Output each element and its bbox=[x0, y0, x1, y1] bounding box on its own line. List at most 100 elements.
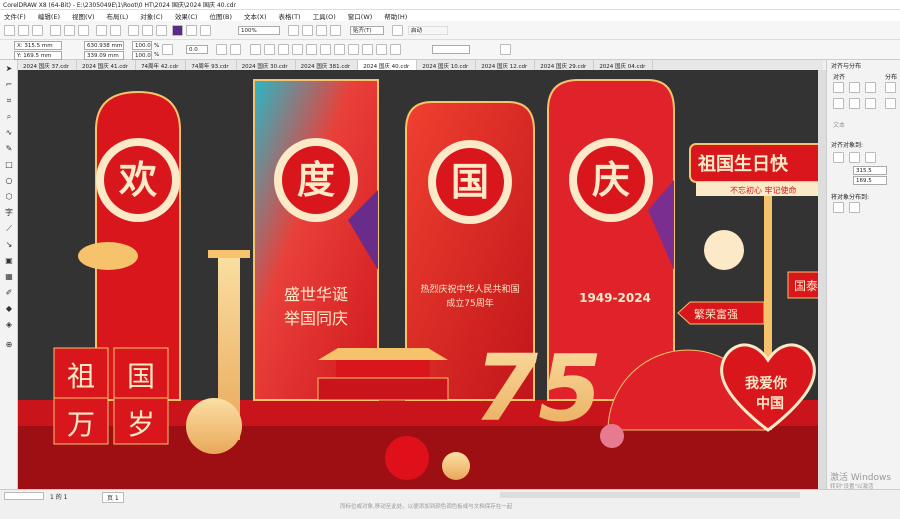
menu-window[interactable]: 窗口(W) bbox=[348, 11, 373, 21]
freehand-tool-icon[interactable]: ∿ bbox=[4, 128, 14, 138]
group-icon[interactable] bbox=[292, 44, 303, 55]
cut-icon[interactable] bbox=[50, 25, 61, 36]
open-icon[interactable] bbox=[18, 25, 29, 36]
align-center-v-icon[interactable] bbox=[849, 98, 860, 109]
zoom-level-select[interactable]: 100% bbox=[238, 26, 280, 35]
new-doc-icon[interactable] bbox=[4, 25, 15, 36]
eyedropper-icon[interactable]: ✐ bbox=[4, 288, 14, 298]
doc-tab[interactable]: 74周年 42.cdr bbox=[136, 60, 187, 70]
search-icon[interactable] bbox=[128, 25, 139, 36]
align-center-h-icon[interactable] bbox=[849, 82, 860, 93]
align-distribute-icon[interactable] bbox=[250, 44, 261, 55]
mirror-v-icon[interactable] bbox=[230, 44, 241, 55]
doc-tab[interactable]: 2024 国庆 12.cdr bbox=[476, 60, 536, 70]
interactive-fill-icon[interactable]: ◆ bbox=[4, 304, 14, 314]
drawing-canvas[interactable]: 欢 度 国 庆 盛世华诞 举国同庆 热烈庆祝中华人民共和国 成立75周年 194… bbox=[18, 70, 818, 489]
vertical-scrollbar[interactable] bbox=[818, 70, 826, 489]
align-to-page-edge-icon[interactable] bbox=[849, 152, 860, 163]
scale-x-field[interactable]: 100.0 bbox=[132, 41, 152, 50]
options-gear-icon[interactable] bbox=[392, 25, 403, 36]
menu-effects[interactable]: 效果(C) bbox=[175, 11, 198, 21]
menu-tools[interactable]: 工具(O) bbox=[313, 11, 336, 21]
mirror-h-icon[interactable] bbox=[216, 44, 227, 55]
align-to-grid-icon[interactable] bbox=[865, 152, 876, 163]
text-tool-icon[interactable]: 字 bbox=[4, 208, 14, 218]
intersect-icon[interactable] bbox=[348, 44, 359, 55]
guidelines-icon[interactable] bbox=[316, 25, 327, 36]
simplify-icon[interactable] bbox=[362, 44, 373, 55]
show-grid-icon[interactable] bbox=[302, 25, 313, 36]
artistic-media-icon[interactable]: ✎ bbox=[4, 144, 14, 154]
zoom-tool-icon[interactable]: ⌕ bbox=[4, 112, 14, 122]
parallel-dimension-icon[interactable]: ⟋ bbox=[4, 224, 14, 234]
transparency-tool-icon[interactable]: ▦ bbox=[4, 272, 14, 282]
rotation-angle-field[interactable]: 0.0 bbox=[186, 45, 208, 54]
lock-ratio-icon[interactable] bbox=[162, 44, 173, 55]
page-nav-buttons[interactable] bbox=[4, 492, 44, 500]
align-bottom-icon[interactable] bbox=[865, 98, 876, 109]
distribute-to-page-icon[interactable] bbox=[849, 202, 860, 213]
redo-icon[interactable] bbox=[110, 25, 121, 36]
horizontal-scrollbar[interactable] bbox=[500, 492, 800, 498]
menu-bitmap[interactable]: 位图(B) bbox=[209, 11, 232, 21]
outline-width-select[interactable] bbox=[432, 45, 470, 54]
doc-tab[interactable]: 74周年 93.cdr bbox=[186, 60, 237, 70]
copy-icon[interactable] bbox=[64, 25, 75, 36]
doc-tab[interactable]: 2024 国庆 29.cdr bbox=[535, 60, 595, 70]
rectangle-tool-icon[interactable]: □ bbox=[4, 160, 14, 170]
menu-edit[interactable]: 编辑(E) bbox=[38, 11, 60, 21]
launch-dropdown[interactable]: 启动 bbox=[408, 26, 448, 35]
add-tool-icon[interactable]: ⊕ bbox=[4, 340, 14, 350]
text-options-icon[interactable] bbox=[500, 44, 511, 55]
wireframe-icon[interactable] bbox=[200, 25, 211, 36]
distribute-to-selection-icon[interactable] bbox=[833, 202, 844, 213]
align-y-field[interactable]: 169.5 bbox=[853, 176, 887, 185]
ellipse-tool-icon[interactable]: ○ bbox=[4, 176, 14, 186]
distribute-top-icon[interactable] bbox=[885, 98, 896, 109]
y-position-field[interactable]: Y: 169.5 mm bbox=[14, 51, 62, 60]
doc-tab[interactable]: 2024 国庆 04.cdr bbox=[594, 60, 654, 70]
distribute-left-icon[interactable] bbox=[885, 82, 896, 93]
menu-object[interactable]: 对象(C) bbox=[140, 11, 163, 21]
doc-tab[interactable]: 2024 国庆 37.cdr bbox=[18, 60, 78, 70]
corel-connect-icon[interactable] bbox=[172, 25, 183, 36]
menu-help[interactable]: 帮助(H) bbox=[384, 11, 407, 21]
fullscreen-icon[interactable] bbox=[186, 25, 197, 36]
doc-tab[interactable]: 2024 国庆 41.cdr bbox=[77, 60, 137, 70]
show-rulers-icon[interactable] bbox=[288, 25, 299, 36]
front-minus-back-icon[interactable] bbox=[376, 44, 387, 55]
to-back-icon[interactable] bbox=[278, 44, 289, 55]
dynamic-guides-icon[interactable] bbox=[330, 25, 341, 36]
export-icon[interactable] bbox=[156, 25, 167, 36]
ungroup-icon[interactable] bbox=[306, 44, 317, 55]
create-boundary-icon[interactable] bbox=[390, 44, 401, 55]
connector-tool-icon[interactable]: ↘ bbox=[4, 240, 14, 250]
trim-icon[interactable] bbox=[334, 44, 345, 55]
import-icon[interactable] bbox=[142, 25, 153, 36]
menu-layout[interactable]: 布局(L) bbox=[107, 11, 129, 21]
x-position-field[interactable]: X: 315.5 mm bbox=[14, 41, 62, 50]
menu-view[interactable]: 视图(V) bbox=[72, 11, 95, 21]
scale-y-field[interactable]: 100.0 bbox=[132, 51, 152, 60]
to-front-icon[interactable] bbox=[264, 44, 275, 55]
smart-fill-icon[interactable]: ◈ bbox=[4, 320, 14, 330]
pick-tool-icon[interactable]: ➤ bbox=[4, 64, 14, 74]
crop-tool-icon[interactable]: ⌗ bbox=[4, 96, 14, 106]
drop-shadow-icon[interactable]: ▣ bbox=[4, 256, 14, 266]
height-field[interactable]: 339.09 mm bbox=[84, 51, 124, 60]
doc-tab-active[interactable]: 2024 国庆 40.cdr bbox=[358, 60, 418, 70]
menu-table[interactable]: 表格(T) bbox=[279, 11, 301, 21]
save-icon[interactable] bbox=[32, 25, 43, 36]
align-left-icon[interactable] bbox=[833, 82, 844, 93]
doc-tab[interactable]: 2024 国庆 10.cdr bbox=[417, 60, 477, 70]
doc-tab[interactable]: 2024 国庆 381.cdr bbox=[296, 60, 359, 70]
snap-to-dropdown[interactable]: 贴齐(T) bbox=[350, 26, 384, 35]
shape-tool-icon[interactable]: ⌐ bbox=[4, 80, 14, 90]
align-right-icon[interactable] bbox=[865, 82, 876, 93]
doc-tab[interactable]: 2024 国庆 30.cdr bbox=[237, 60, 296, 70]
align-top-icon[interactable] bbox=[833, 98, 844, 109]
weld-icon[interactable] bbox=[320, 44, 331, 55]
align-to-active-icon[interactable] bbox=[833, 152, 844, 163]
align-x-field[interactable]: 315.5 bbox=[853, 166, 887, 175]
paste-icon[interactable] bbox=[78, 25, 89, 36]
